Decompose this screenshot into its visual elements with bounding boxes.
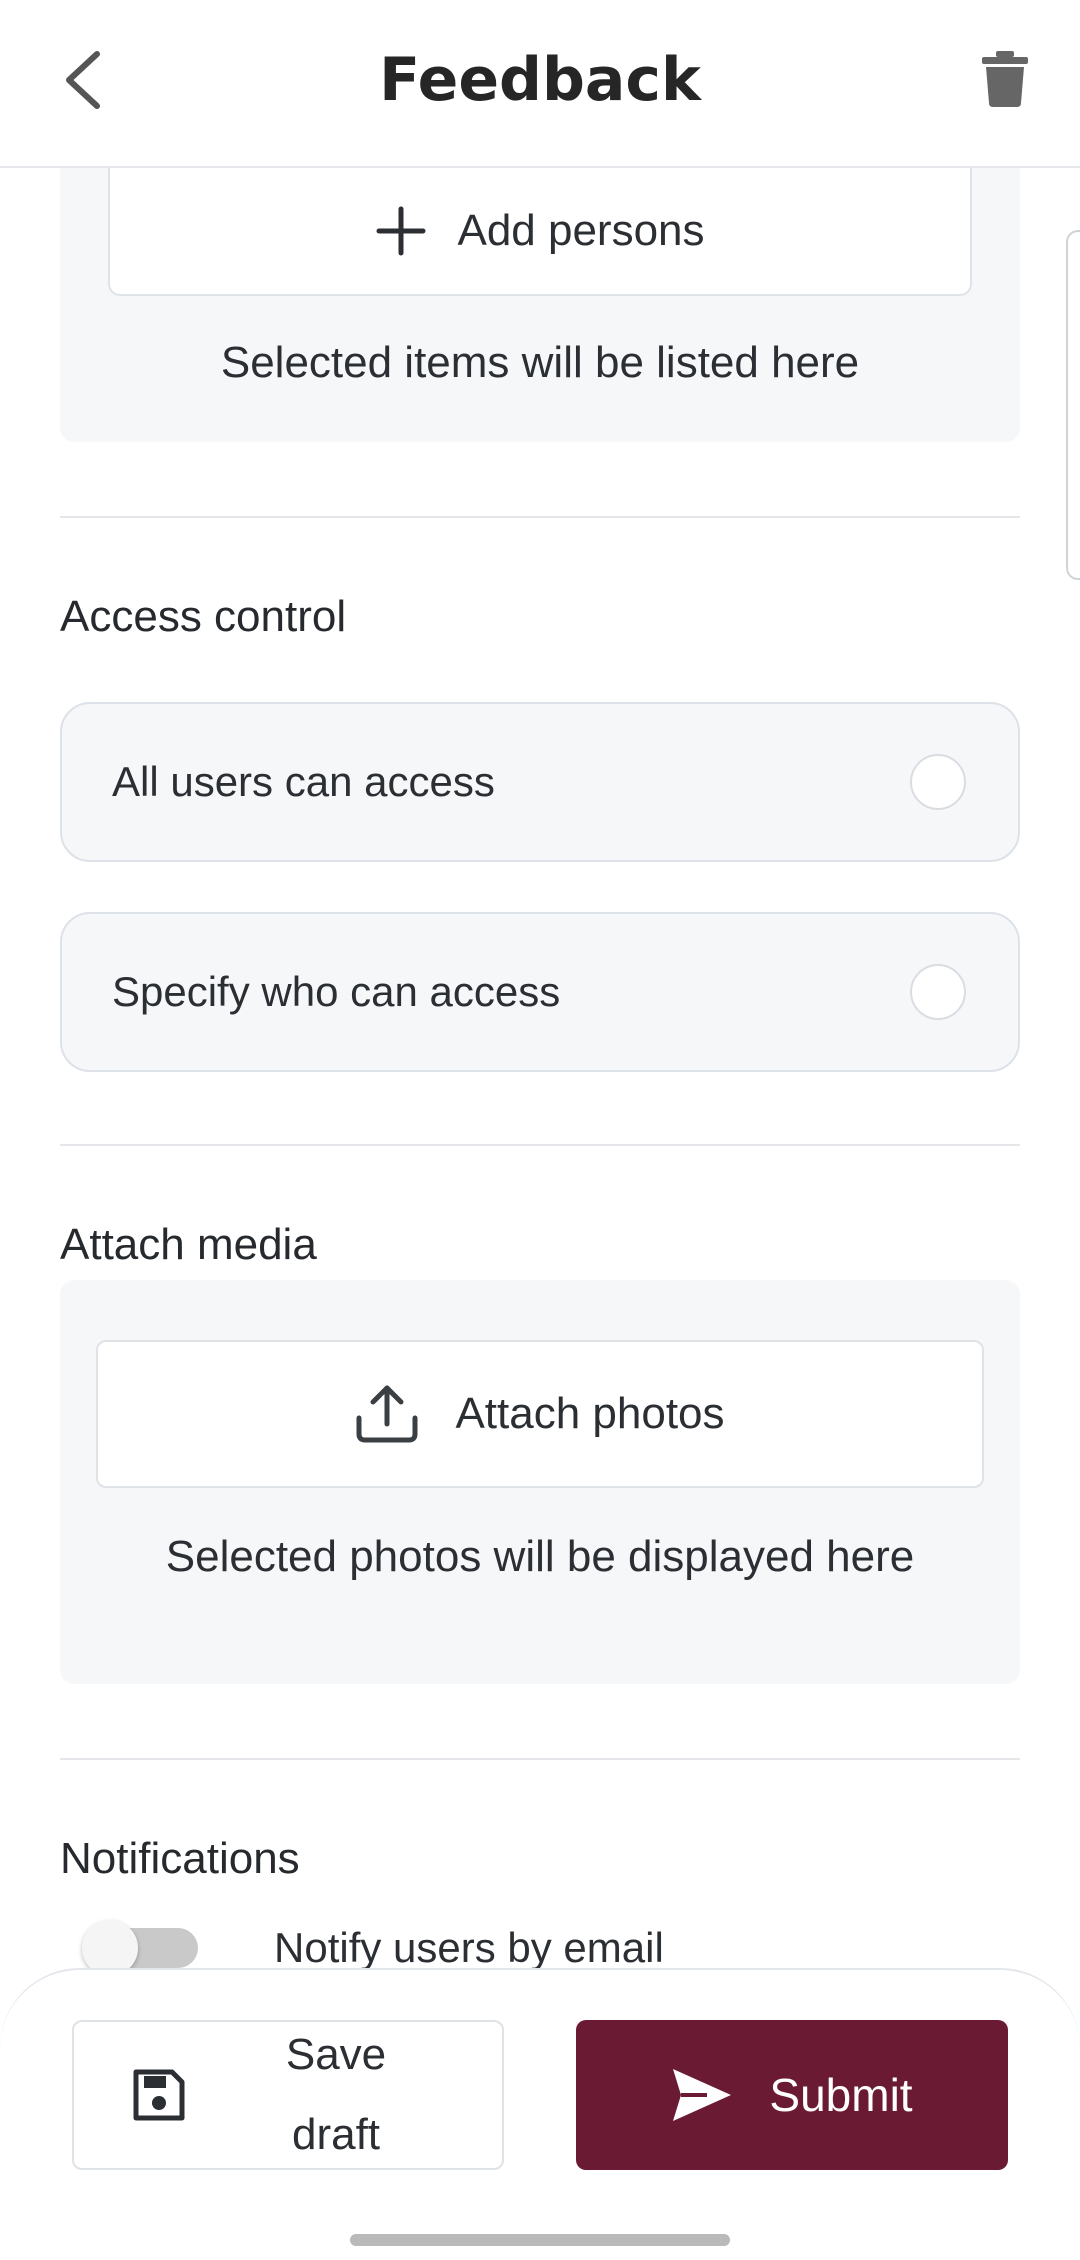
submit-button[interactable]: Submit [576,2020,1008,2170]
save-draft-button[interactable]: Save draft [72,2020,504,2170]
access-control-title: Access control [60,592,347,641]
plus-icon [376,206,426,256]
media-placeholder: Selected photos will be displayed here [165,1532,915,1581]
bottom-action-bar: Save draft Submit [0,1968,1080,2260]
add-persons-button[interactable]: Add persons [108,168,972,296]
divider [60,1758,1020,1760]
app-header: Feedback [0,0,1080,168]
access-option-label: Specify who can access [112,968,561,1015]
delete-button[interactable] [968,42,1042,116]
divider [60,1144,1020,1146]
radio-button[interactable] [910,754,966,810]
notify-email-row: Notify users by email [82,1920,664,1976]
home-indicator[interactable] [350,2234,730,2246]
save-draft-label: Save draft [285,2030,387,2159]
media-card: Attach photos Selected photos will be di… [60,1280,1020,1684]
upload-icon [356,1385,418,1443]
persons-placeholder: Selected items will be listed here [220,338,860,387]
notifications-title: Notifications [60,1834,300,1883]
divider [60,516,1020,518]
radio-button[interactable] [910,964,966,1020]
scroll-edge-indicator [1066,230,1080,580]
attach-photos-button[interactable]: Attach photos [96,1340,984,1488]
send-icon [673,2069,732,2121]
notify-email-label: Notify users by email [274,1924,664,1971]
attach-media-title: Attach media [60,1220,317,1269]
trash-icon [982,51,1028,107]
access-option-specify[interactable]: Specify who can access [60,912,1020,1072]
access-option-all-users[interactable]: All users can access [60,702,1020,862]
page-title: Feedback [379,45,701,115]
add-persons-label: Add persons [457,206,705,255]
persons-card: Add persons Selected items will be liste… [60,168,1020,442]
access-option-label: All users can access [112,758,495,805]
submit-label: Submit [769,2069,913,2121]
attach-photos-label: Attach photos [455,1389,725,1438]
notify-email-toggle[interactable] [82,1920,198,1976]
floppy-disk-icon [133,2069,185,2121]
